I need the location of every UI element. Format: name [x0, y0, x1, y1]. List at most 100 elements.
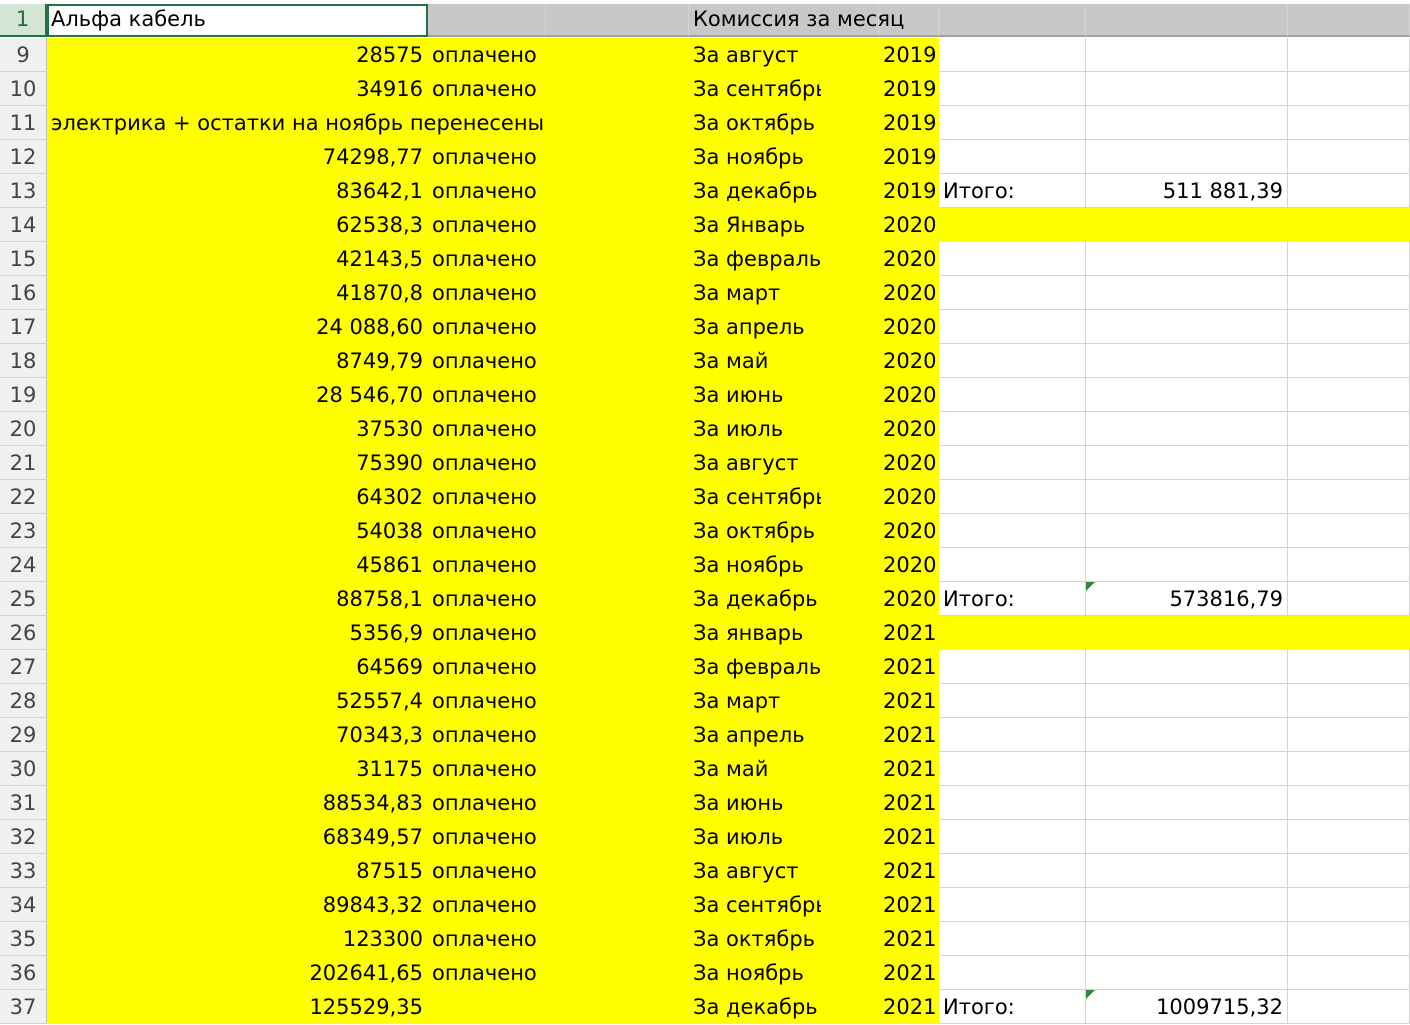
- cell-d-pad30[interactable]: [822, 752, 879, 786]
- cell-b34[interactable]: оплачено: [428, 888, 546, 922]
- cell-a26[interactable]: 5356,9: [47, 616, 428, 650]
- cell-e31[interactable]: 2021: [879, 786, 939, 820]
- cell-d11[interactable]: За октябрь: [689, 106, 822, 140]
- cell-e22[interactable]: 2020: [879, 480, 939, 514]
- cell-g20[interactable]: [1086, 412, 1288, 446]
- cell-a27[interactable]: 64569: [47, 650, 428, 684]
- row-header-32[interactable]: 32: [0, 820, 47, 854]
- cell-b19[interactable]: оплачено: [428, 378, 546, 412]
- cell-b28[interactable]: оплачено: [428, 684, 546, 718]
- cell-d-pad27[interactable]: [822, 650, 879, 684]
- cell-g26[interactable]: [1086, 616, 1288, 650]
- row-header-13[interactable]: 13: [0, 174, 47, 208]
- cell-g14[interactable]: [1086, 208, 1288, 242]
- cell-e16[interactable]: 2020: [879, 276, 939, 310]
- cell-b13[interactable]: оплачено: [428, 174, 546, 208]
- cell-d-pad31[interactable]: [822, 786, 879, 820]
- cell-a20[interactable]: 37530: [47, 412, 428, 446]
- cell-e15[interactable]: 2020: [879, 242, 939, 276]
- cell-a32[interactable]: 68349,57: [47, 820, 428, 854]
- cell-c26[interactable]: [546, 616, 689, 650]
- cell-h19[interactable]: [1288, 378, 1410, 412]
- row-header-30[interactable]: 30: [0, 752, 47, 786]
- cell-h16[interactable]: [1288, 276, 1410, 310]
- cell-d-pad32[interactable]: [822, 820, 879, 854]
- cell-h36[interactable]: [1288, 956, 1410, 990]
- cell-d30[interactable]: За май: [689, 752, 822, 786]
- cell-d-pad26[interactable]: [822, 616, 879, 650]
- cell-h1[interactable]: [1288, 4, 1410, 37]
- cell-g36[interactable]: [1086, 956, 1288, 990]
- cell-d34[interactable]: За сентябрь: [689, 888, 822, 922]
- cell-a1[interactable]: Альфа кабель: [47, 4, 428, 37]
- cell-f30[interactable]: [939, 752, 1086, 786]
- cell-c22[interactable]: [546, 480, 689, 514]
- cell-c19[interactable]: [546, 378, 689, 412]
- cell-e28[interactable]: 2021: [879, 684, 939, 718]
- cell-a36[interactable]: 202641,65: [47, 956, 428, 990]
- cell-g10[interactable]: [1086, 72, 1288, 106]
- cell-d20[interactable]: За июль: [689, 412, 822, 446]
- cell-f16[interactable]: [939, 276, 1086, 310]
- cell-a9[interactable]: 28575: [47, 38, 428, 72]
- cell-c10[interactable]: [546, 72, 689, 106]
- cell-h33[interactable]: [1288, 854, 1410, 888]
- cell-c32[interactable]: [546, 820, 689, 854]
- cell-h21[interactable]: [1288, 446, 1410, 480]
- cell-f1[interactable]: [939, 4, 1086, 37]
- cell-b22[interactable]: оплачено: [428, 480, 546, 514]
- cell-h30[interactable]: [1288, 752, 1410, 786]
- cell-f33[interactable]: [939, 854, 1086, 888]
- cell-b30[interactable]: оплачено: [428, 752, 546, 786]
- cell-b25[interactable]: оплачено: [428, 582, 546, 616]
- cell-a11[interactable]: электрика + остатки на ноябрь перенесены: [47, 106, 544, 140]
- row-header-28[interactable]: 28: [0, 684, 47, 718]
- cell-d-pad33[interactable]: [822, 854, 879, 888]
- cell-e35[interactable]: 2021: [879, 922, 939, 956]
- cell-e25[interactable]: 2020: [879, 582, 939, 616]
- cell-f29[interactable]: [939, 718, 1086, 752]
- cell-d-pad34[interactable]: [822, 888, 879, 922]
- cell-f9[interactable]: [939, 38, 1086, 72]
- cell-h29[interactable]: [1288, 718, 1410, 752]
- cell-b36[interactable]: оплачено: [428, 956, 546, 990]
- cell-b31[interactable]: оплачено: [428, 786, 546, 820]
- cell-d9[interactable]: За август: [689, 38, 822, 72]
- cell-d-pad23[interactable]: [822, 514, 879, 548]
- cell-b26[interactable]: оплачено: [428, 616, 546, 650]
- cell-g9[interactable]: [1086, 38, 1288, 72]
- cell-d23[interactable]: За октябрь: [689, 514, 822, 548]
- cell-d-pad20[interactable]: [822, 412, 879, 446]
- cell-a29[interactable]: 70343,3: [47, 718, 428, 752]
- cell-d-pad15[interactable]: [822, 242, 879, 276]
- cell-d1[interactable]: Комиссия за месяц: [689, 4, 904, 37]
- cell-e21[interactable]: 2020: [879, 446, 939, 480]
- cell-e9[interactable]: 2019: [879, 38, 939, 72]
- cell-h31[interactable]: [1288, 786, 1410, 820]
- cell-a31[interactable]: 88534,83: [47, 786, 428, 820]
- cell-e32[interactable]: 2021: [879, 820, 939, 854]
- cell-d-pad10[interactable]: [822, 72, 879, 106]
- cell-c16[interactable]: [546, 276, 689, 310]
- cell-e20[interactable]: 2020: [879, 412, 939, 446]
- cell-e14[interactable]: 2020: [879, 208, 939, 242]
- cell-c1[interactable]: [546, 4, 689, 37]
- cell-d-pad22[interactable]: [822, 480, 879, 514]
- cell-d-pad18[interactable]: [822, 344, 879, 378]
- cell-e10[interactable]: 2019: [879, 72, 939, 106]
- cell-h22[interactable]: [1288, 480, 1410, 514]
- row-header-20[interactable]: 20: [0, 412, 47, 446]
- cell-g13[interactable]: 511 881,39: [1086, 174, 1288, 208]
- cell-h32[interactable]: [1288, 820, 1410, 854]
- cell-g30[interactable]: [1086, 752, 1288, 786]
- row-header-26[interactable]: 26: [0, 616, 47, 650]
- cell-d-pad37[interactable]: [822, 990, 879, 1024]
- cell-h20[interactable]: [1288, 412, 1410, 446]
- row-header-24[interactable]: 24: [0, 548, 47, 582]
- cell-h17[interactable]: [1288, 310, 1410, 344]
- cell-f24[interactable]: [939, 548, 1086, 582]
- cell-e23[interactable]: 2020: [879, 514, 939, 548]
- cell-d27[interactable]: За февраль: [689, 650, 822, 684]
- row-header-34[interactable]: 34: [0, 888, 47, 922]
- cell-d-pad35[interactable]: [822, 922, 879, 956]
